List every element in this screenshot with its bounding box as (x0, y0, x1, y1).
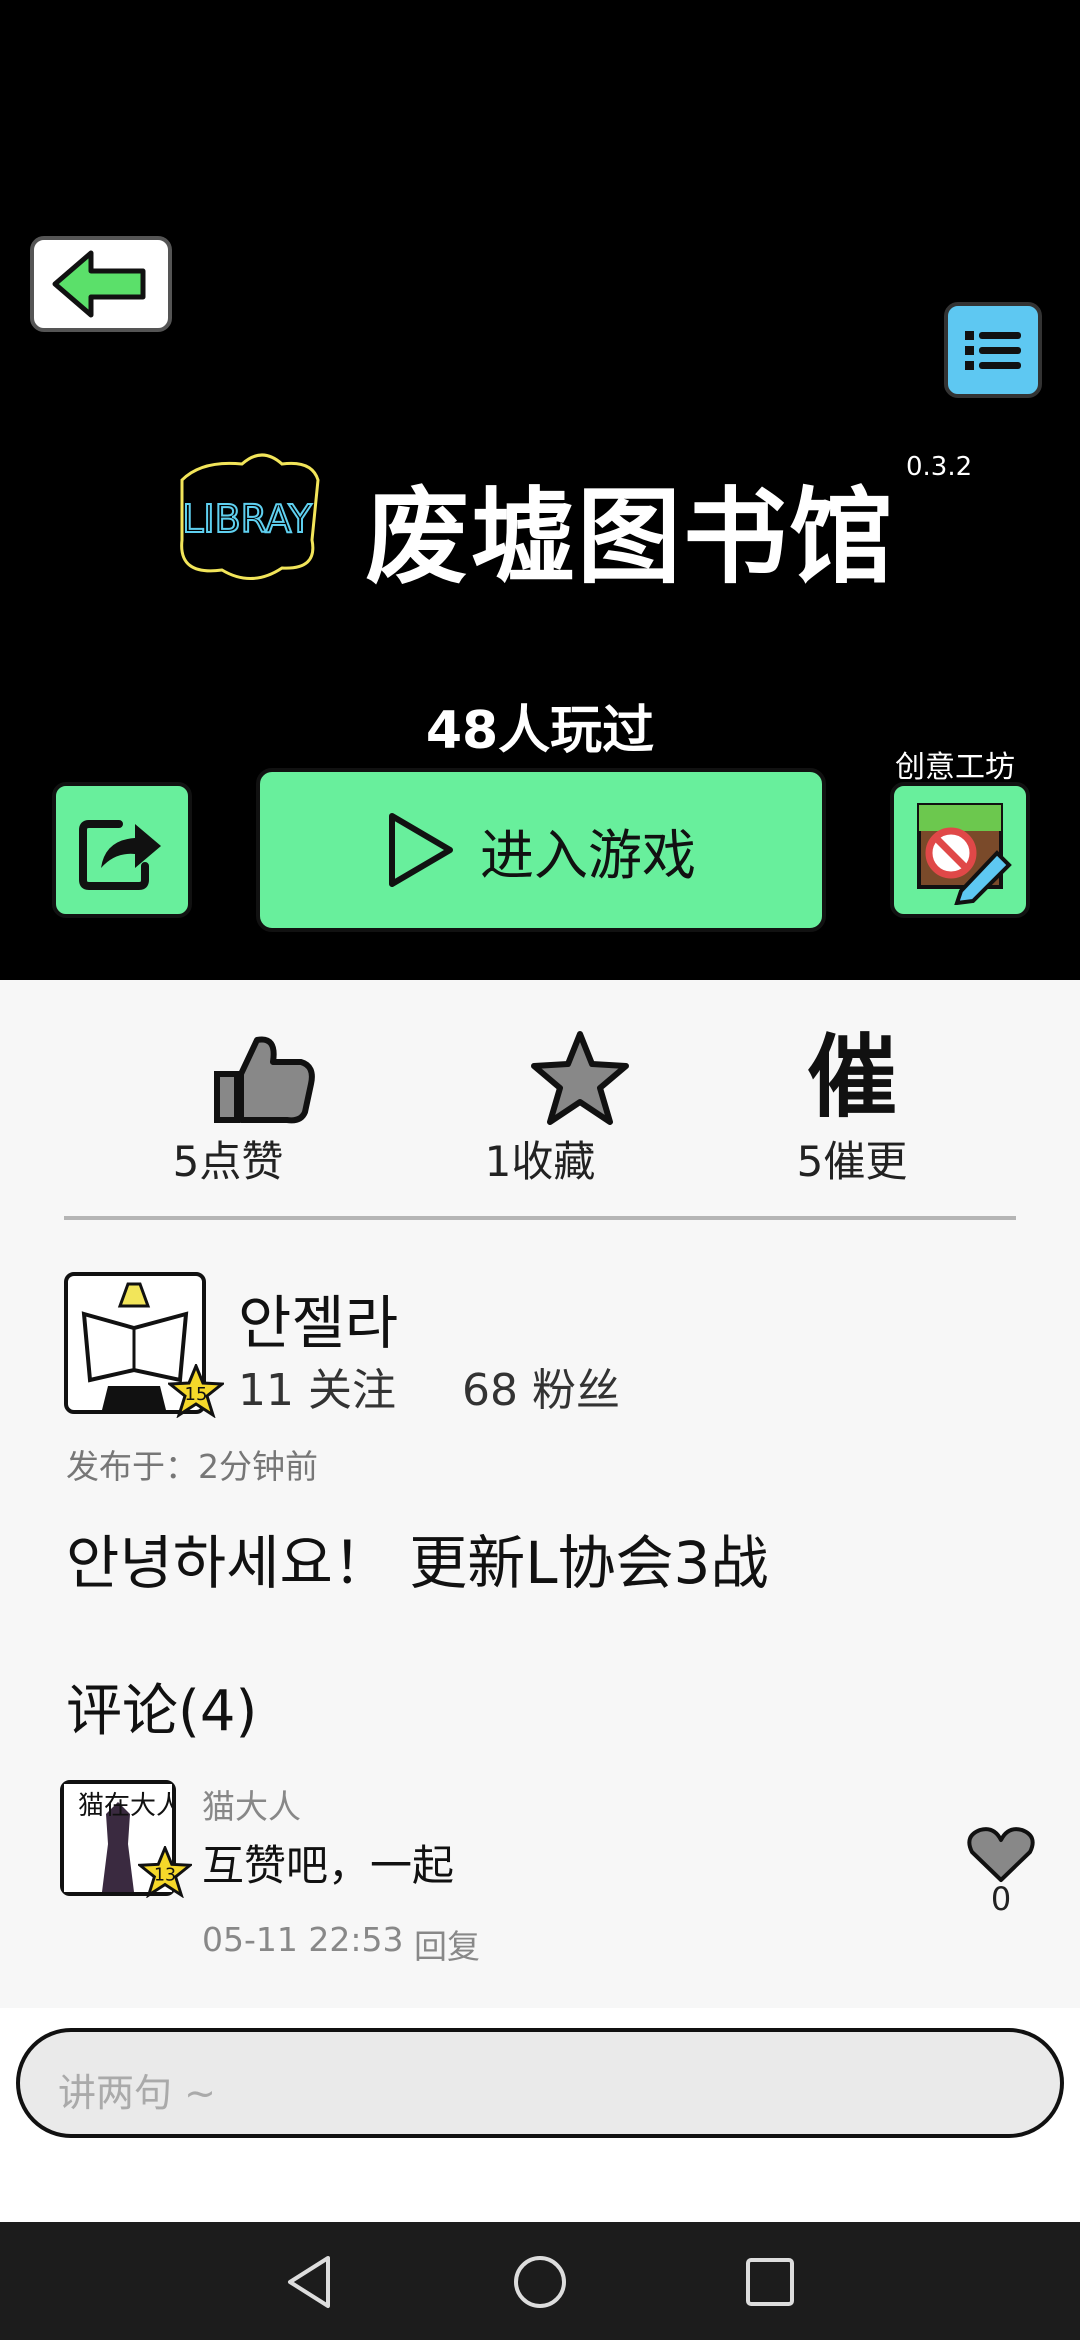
play-button[interactable]: 进入游戏 (256, 768, 826, 932)
comment-avatar[interactable]: 猫在大人战 13 (60, 1780, 208, 1898)
comment-username[interactable]: 猫大人 (202, 1780, 301, 1828)
game-title: 废墟图书馆 (365, 476, 896, 598)
urge-glyph: 催 (807, 1025, 897, 1130)
svg-text:LIBRAY: LIBRAY (182, 497, 312, 541)
author-avatar[interactable]: 15 (64, 1272, 224, 1418)
comment-input-placeholder: 讲两句 ~ (58, 2071, 216, 2115)
nav-home-icon[interactable] (510, 2252, 570, 2312)
menu-button[interactable] (944, 302, 1042, 398)
author-follow-count[interactable]: 11 关注 (238, 1354, 396, 1418)
nav-back-icon[interactable] (280, 2252, 340, 2312)
comment-like-count: 0 (990, 1880, 1012, 1918)
likes-count: 5点赞 (172, 1137, 284, 1186)
urges-count: 5催更 (796, 1137, 908, 1186)
level-star-icon: 13 (138, 1846, 192, 1898)
thumb-up-icon (213, 1036, 315, 1124)
back-button[interactable] (30, 236, 172, 332)
favorites-count: 1收藏 (484, 1137, 596, 1186)
svg-text:13: 13 (154, 1866, 176, 1886)
workshop-label: 创意工坊 (895, 750, 1015, 785)
workshop-icon (917, 803, 1012, 905)
comments-title: 评论(4) (66, 1679, 258, 1744)
level-star-icon: 15 (168, 1364, 224, 1418)
menu-list-icon (965, 331, 1021, 370)
like-stat[interactable]: 5点赞 (98, 1030, 358, 1186)
svg-text:猫在大人战: 猫在大人战 (78, 1791, 172, 1821)
svg-text:15: 15 (185, 1384, 208, 1405)
urge-stat[interactable]: 催 5催更 (722, 1025, 982, 1187)
nav-recent-icon[interactable] (740, 2252, 800, 2312)
play-button-label: 进入游戏 (480, 823, 696, 887)
heart-icon[interactable] (966, 1824, 1036, 1884)
comment-time: 05-11 22:53 (202, 1920, 404, 1959)
comment-reply-button[interactable]: 回复 (414, 1920, 480, 1968)
author-fans-count[interactable]: 68 粉丝 (462, 1354, 620, 1418)
star-icon (531, 1031, 629, 1125)
author-name[interactable]: 안젤라 (238, 1276, 398, 1360)
game-version: 0.3.2 (906, 452, 973, 482)
workshop-button[interactable] (890, 782, 1030, 918)
share-button[interactable] (52, 782, 192, 918)
favorite-stat[interactable]: 1收藏 (410, 1030, 670, 1186)
back-arrow-icon (52, 250, 146, 318)
share-icon (79, 820, 161, 890)
post-time: 发布于：2分钟前 (66, 1447, 318, 1486)
comment-text: 互赞吧，一起 (202, 1841, 455, 1890)
play-icon (389, 813, 453, 887)
divider (64, 1216, 1016, 1220)
game-logo: LIBRAY (172, 440, 322, 590)
post-text: 안녕하세요！ 更新L协会3战 (66, 1529, 769, 1597)
